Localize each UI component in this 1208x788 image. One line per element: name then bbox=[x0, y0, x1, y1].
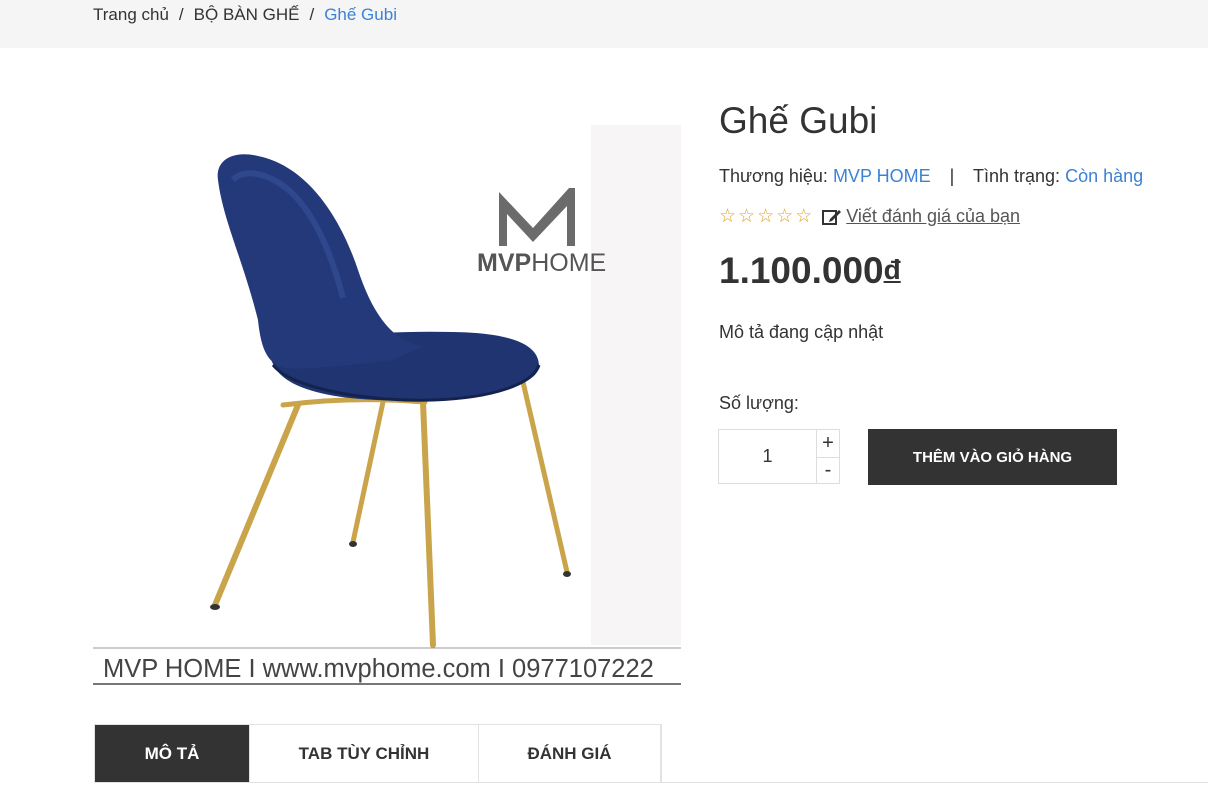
quantity-label: Số lượng: bbox=[719, 393, 799, 413]
rating-row: ☆ ☆ ☆ ☆ ☆ Viết đánh giá của bạn bbox=[719, 206, 1020, 227]
tabs-divider bbox=[94, 782, 1208, 783]
mvp-logo: MVPHOME bbox=[477, 188, 606, 277]
write-review-label: Viết đánh giá của bạn bbox=[846, 206, 1021, 226]
breadcrumb-current: Ghế Gubi bbox=[324, 5, 397, 24]
breadcrumb: Trang chủ / BỘ BÀN GHẾ / Ghế Gubi bbox=[93, 5, 397, 25]
add-to-cart-button[interactable]: THÊM VÀO GIỎ HÀNG bbox=[868, 429, 1117, 485]
short-description: Mô tả đang cập nhật bbox=[719, 322, 884, 342]
quantity-input[interactable] bbox=[719, 430, 817, 483]
product-image[interactable]: MVPHOME MVP HOME I www.mvphome.com I 097… bbox=[93, 120, 681, 686]
quantity-decrease-button[interactable]: - bbox=[817, 457, 839, 483]
star-empty-icon: ☆ bbox=[719, 205, 737, 227]
tab-reviews[interactable]: ĐÁNH GIÁ bbox=[479, 725, 661, 783]
star-empty-icon: ☆ bbox=[738, 205, 756, 227]
leg-feet bbox=[210, 541, 571, 610]
tab-custom[interactable]: TAB TÙY CHỈNH bbox=[250, 725, 479, 783]
meta-divider: | bbox=[949, 166, 955, 186]
star-empty-icon: ☆ bbox=[795, 205, 813, 227]
logo-mark-icon bbox=[499, 188, 575, 246]
tab-description[interactable]: MÔ TẢ bbox=[95, 725, 250, 783]
rating-stars: ☆ ☆ ☆ ☆ ☆ bbox=[719, 205, 813, 227]
price-currency: đ bbox=[883, 254, 901, 285]
edit-icon bbox=[822, 209, 842, 225]
quantity-increase-button[interactable]: + bbox=[817, 430, 839, 458]
brand-label: Thương hiệu: bbox=[719, 166, 828, 186]
quantity-stepper: + - bbox=[718, 429, 840, 484]
chair-backrest bbox=[217, 154, 423, 369]
breadcrumb-separator: / bbox=[178, 5, 184, 24]
chair-illustration: MVPHOME MVP HOME I www.mvphome.com I 097… bbox=[93, 125, 681, 685]
stock-status: Còn hàng bbox=[1065, 166, 1144, 186]
chair-legs bbox=[212, 379, 570, 648]
price-value: 1.100.000 bbox=[719, 250, 884, 291]
product-meta: Thương hiệu: MVP HOME | Tình trạng: Còn … bbox=[719, 166, 1143, 187]
star-empty-icon: ☆ bbox=[776, 205, 794, 227]
product-title: Ghế Gubi bbox=[719, 100, 878, 141]
breadcrumb-separator: / bbox=[309, 5, 315, 24]
product-tabs: MÔ TẢ TAB TÙY CHỈNH ĐÁNH GIÁ bbox=[94, 724, 662, 783]
brand-link[interactable]: MVP HOME bbox=[833, 166, 931, 186]
star-empty-icon: ☆ bbox=[757, 205, 775, 227]
status-label: Tình trạng: bbox=[973, 166, 1061, 186]
product-price: 1.100.000đ bbox=[719, 250, 901, 292]
write-review-link[interactable]: Viết đánh giá của bạn bbox=[822, 206, 1020, 227]
breadcrumb-category-link[interactable]: BỘ BÀN GHẾ bbox=[194, 5, 300, 24]
breadcrumb-bar: Trang chủ / BỘ BÀN GHẾ / Ghế Gubi bbox=[0, 0, 1208, 48]
image-background bbox=[591, 125, 681, 645]
breadcrumb-home-link[interactable]: Trang chủ bbox=[93, 5, 169, 24]
logo-text: MVPHOME bbox=[477, 249, 606, 277]
image-footer-text: MVP HOME I www.mvphome.com I 0977107222 bbox=[103, 655, 654, 683]
